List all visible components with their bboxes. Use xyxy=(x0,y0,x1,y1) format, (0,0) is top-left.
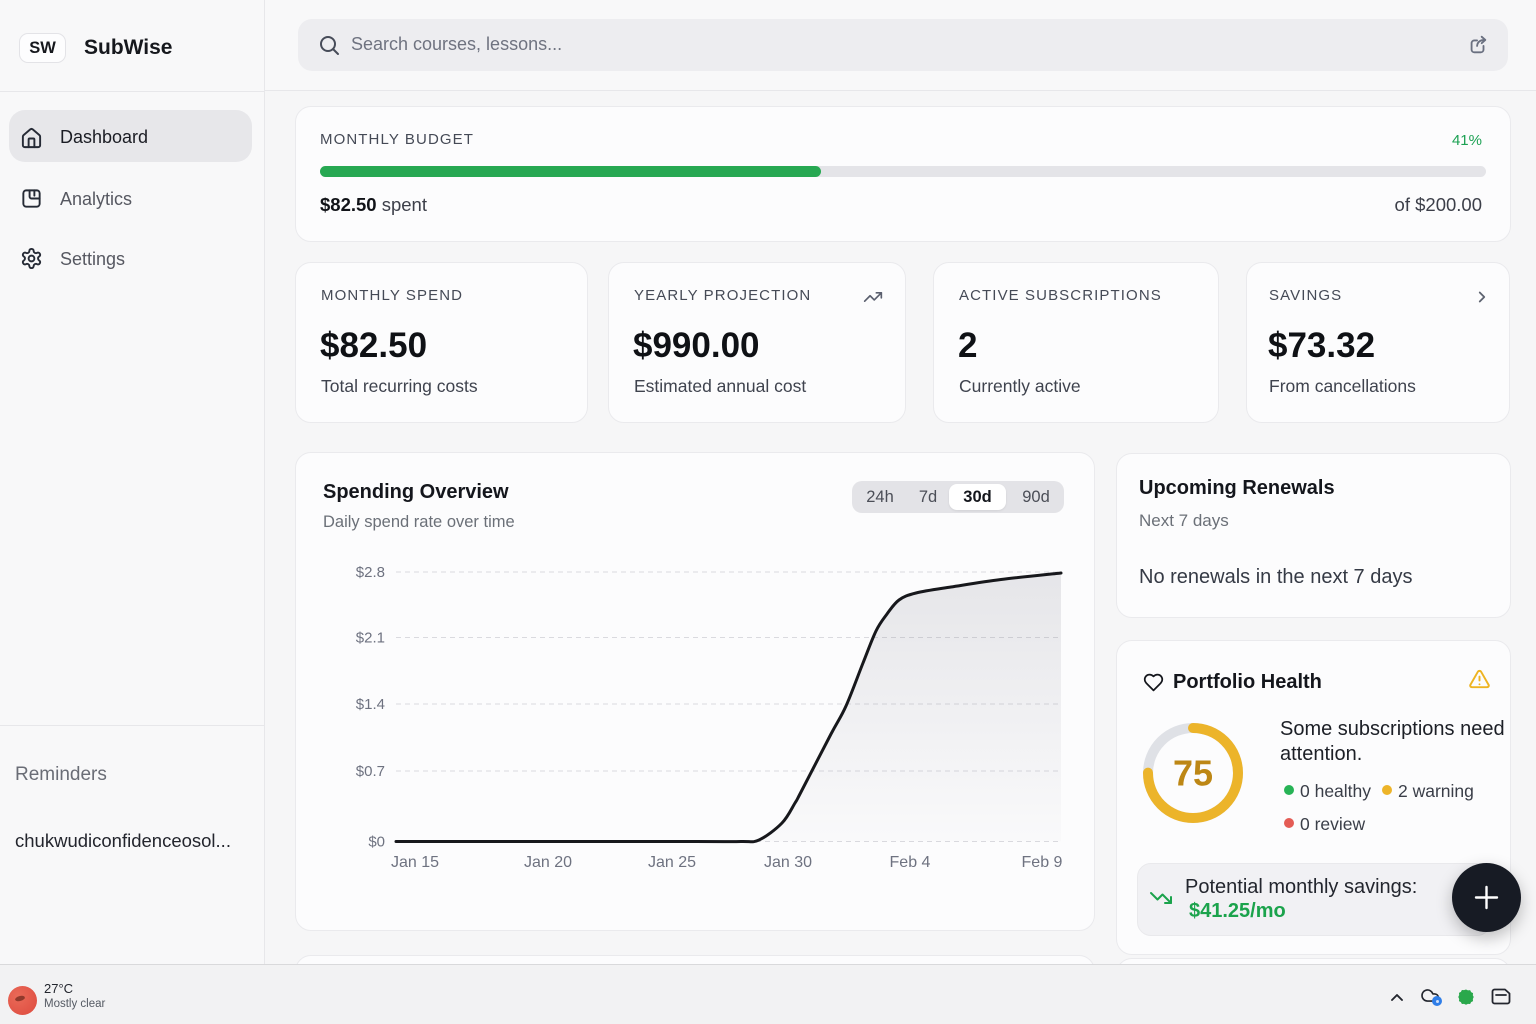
svg-text:$2.8: $2.8 xyxy=(356,564,385,581)
svg-text:$0: $0 xyxy=(368,834,385,851)
svg-text:Feb 4: Feb 4 xyxy=(890,854,931,871)
svg-text:$1.4: $1.4 xyxy=(356,696,385,713)
svg-text:Jan 30: Jan 30 xyxy=(764,854,812,871)
svg-text:Feb 9: Feb 9 xyxy=(1022,854,1063,871)
svg-text:$0.7: $0.7 xyxy=(356,763,385,780)
svg-text:$2.1: $2.1 xyxy=(356,630,385,647)
svg-text:Jan 25: Jan 25 xyxy=(648,854,696,871)
svg-text:Jan 15: Jan 15 xyxy=(391,854,439,871)
svg-text:Jan 20: Jan 20 xyxy=(524,854,572,871)
svg-text:75: 75 xyxy=(1173,753,1213,794)
